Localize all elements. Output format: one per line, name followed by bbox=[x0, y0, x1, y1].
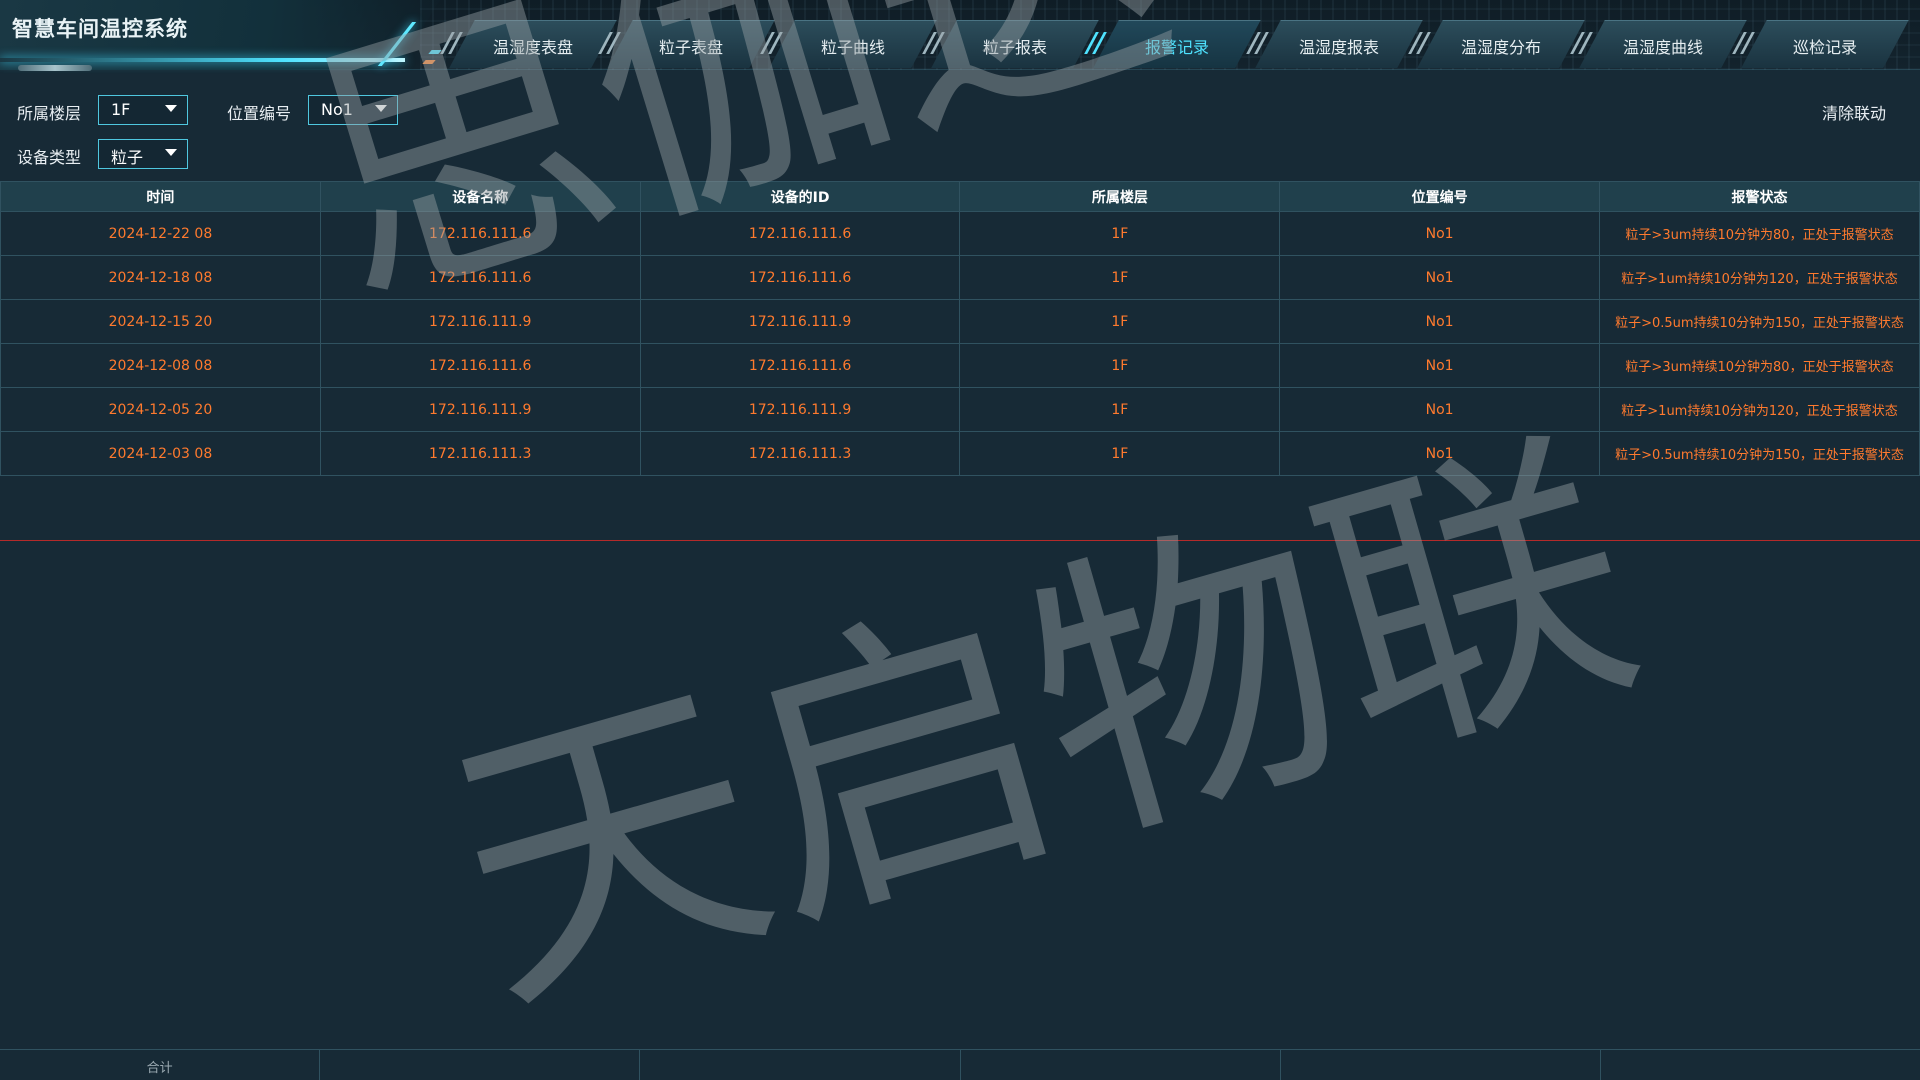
position-select-value: No1 bbox=[321, 100, 353, 119]
cell-position: No1 bbox=[1279, 343, 1600, 388]
cell-alarm-status: 粒子>0.5um持续10分钟为150，正处于报警状态 bbox=[1599, 431, 1920, 476]
cell-time: 2024-12-18 08 bbox=[0, 255, 321, 300]
caret-down-icon bbox=[165, 105, 177, 112]
clear-linkage-button[interactable]: 清除联动 bbox=[1822, 100, 1886, 124]
title-glow-line bbox=[0, 58, 405, 62]
table-header-row: 时间 设备名称 设备的ID 所属楼层 位置编号 报警状态 bbox=[0, 181, 1920, 212]
cell-device-id: 172.116.111.9 bbox=[639, 387, 961, 432]
cell-floor: 1F bbox=[959, 299, 1281, 344]
cell-floor: 1F bbox=[959, 431, 1281, 476]
device-type-select[interactable]: 粒子 bbox=[98, 139, 188, 169]
floor-label: 所属楼层 bbox=[17, 104, 82, 123]
footer-cell bbox=[640, 1050, 961, 1080]
floor-select-value: 1F bbox=[111, 100, 131, 119]
device-type-select-value: 粒子 bbox=[111, 148, 144, 167]
tab-label: 巡检记录 bbox=[1792, 38, 1857, 57]
table-row[interactable]: 2024-12-22 08 172.116.111.6 172.116.111.… bbox=[0, 211, 1920, 256]
column-header-alarm-status[interactable]: 报警状态 bbox=[1599, 181, 1920, 212]
tab-temp-humidity-report[interactable]: 温湿度报表 bbox=[1246, 16, 1423, 70]
cell-device-id: 172.116.111.6 bbox=[639, 211, 961, 256]
table-row[interactable]: 2024-12-18 08 172.116.111.6 172.116.111.… bbox=[0, 255, 1920, 300]
column-header-position[interactable]: 位置编号 bbox=[1279, 181, 1600, 212]
cell-device-name: 172.116.111.6 bbox=[319, 255, 641, 300]
tab-label: 粒子报表 bbox=[982, 38, 1047, 57]
tab-temp-humidity-distribution[interactable]: 温湿度分布 bbox=[1408, 16, 1585, 70]
tab-particle-report[interactable]: 粒子报表 bbox=[922, 16, 1099, 70]
divider-line bbox=[0, 540, 1920, 541]
cell-floor: 1F bbox=[959, 387, 1281, 432]
column-header-time[interactable]: 时间 bbox=[0, 181, 321, 212]
cell-time: 2024-12-05 20 bbox=[0, 387, 321, 432]
cell-floor: 1F bbox=[959, 255, 1281, 300]
cell-position: No1 bbox=[1279, 255, 1600, 300]
alarm-records-table: 时间 设备名称 设备的ID 所属楼层 位置编号 报警状态 2024-12-22 … bbox=[0, 181, 1920, 476]
caret-down-icon bbox=[375, 105, 387, 112]
cell-device-id: 172.116.111.6 bbox=[639, 255, 961, 300]
tab-particle-dashboard[interactable]: 粒子表盘 bbox=[598, 16, 775, 70]
footer-cell bbox=[1281, 1050, 1601, 1080]
cell-position: No1 bbox=[1279, 431, 1600, 476]
table-footer-row: 合计 bbox=[0, 1049, 1920, 1080]
tab-particle-curve[interactable]: 粒子曲线 bbox=[760, 16, 937, 70]
tab-inspection-records[interactable]: 巡检记录 bbox=[1732, 16, 1909, 70]
tab-label: 温湿度分布 bbox=[1460, 38, 1541, 57]
tab-alarm-records[interactable]: 报警记录 bbox=[1084, 16, 1261, 70]
cell-device-name: 172.116.111.3 bbox=[319, 431, 641, 476]
cell-device-id: 172.116.111.6 bbox=[639, 343, 961, 388]
tab-label: 温湿度曲线 bbox=[1622, 38, 1703, 57]
tab-temp-humidity-curve[interactable]: 温湿度曲线 bbox=[1570, 16, 1747, 70]
cell-time: 2024-12-08 08 bbox=[0, 343, 321, 388]
column-header-device-id[interactable]: 设备的ID bbox=[639, 181, 961, 212]
column-header-floor[interactable]: 所属楼层 bbox=[959, 181, 1281, 212]
cell-floor: 1F bbox=[959, 211, 1281, 256]
cell-device-name: 172.116.111.9 bbox=[319, 387, 641, 432]
tab-label: 报警记录 bbox=[1144, 38, 1209, 57]
footer-cell bbox=[320, 1050, 641, 1080]
cell-alarm-status: 粒子>3um持续10分钟为80，正处于报警状态 bbox=[1599, 211, 1920, 256]
title-pill-decoration bbox=[18, 65, 92, 71]
tab-label: 温湿度表盘 bbox=[492, 38, 573, 57]
cell-device-name: 172.116.111.9 bbox=[319, 299, 641, 344]
cell-device-name: 172.116.111.6 bbox=[319, 343, 641, 388]
cell-device-id: 172.116.111.3 bbox=[639, 431, 961, 476]
cell-time: 2024-12-03 08 bbox=[0, 431, 321, 476]
table-row[interactable]: 2024-12-05 20 172.116.111.9 172.116.111.… bbox=[0, 387, 1920, 432]
cell-device-id: 172.116.111.9 bbox=[639, 299, 961, 344]
footer-cell bbox=[961, 1050, 1281, 1080]
cell-alarm-status: 粒子>1um持续10分钟为120，正处于报警状态 bbox=[1599, 255, 1920, 300]
cell-floor: 1F bbox=[959, 343, 1281, 388]
footer-cell bbox=[1601, 1050, 1920, 1080]
table-row[interactable]: 2024-12-15 20 172.116.111.9 172.116.111.… bbox=[0, 299, 1920, 344]
cell-time: 2024-12-22 08 bbox=[0, 211, 321, 256]
column-header-device-name[interactable]: 设备名称 bbox=[319, 181, 641, 212]
tab-label: 粒子曲线 bbox=[820, 38, 885, 57]
table-row[interactable]: 2024-12-03 08 172.116.111.3 172.116.111.… bbox=[0, 431, 1920, 476]
cell-alarm-status: 粒子>3um持续10分钟为80，正处于报警状态 bbox=[1599, 343, 1920, 388]
cell-position: No1 bbox=[1279, 299, 1600, 344]
tab-temp-humidity-dashboard[interactable]: 温湿度表盘 bbox=[440, 16, 617, 70]
floor-select[interactable]: 1F bbox=[98, 95, 188, 125]
top-nav: 温湿度表盘 粒子表盘 粒子曲线 粒子报表 报警记录 温湿度报表 温湿度分布 温湿… bbox=[440, 16, 1912, 70]
tab-label: 粒子表盘 bbox=[658, 38, 723, 57]
device-type-label: 设备类型 bbox=[17, 148, 82, 167]
app-title: 智慧车间温控系统 bbox=[12, 17, 188, 41]
tab-label: 温湿度报表 bbox=[1298, 38, 1379, 57]
caret-down-icon bbox=[165, 149, 177, 156]
cell-position: No1 bbox=[1279, 211, 1600, 256]
position-label: 位置编号 bbox=[227, 104, 292, 123]
cell-device-name: 172.116.111.6 bbox=[319, 211, 641, 256]
app-header: 智慧车间温控系统 温湿度表盘 粒子表盘 粒子曲线 粒子报表 报警记录 温湿度报表… bbox=[0, 0, 1920, 71]
table-row[interactable]: 2024-12-08 08 172.116.111.6 172.116.111.… bbox=[0, 343, 1920, 388]
position-select[interactable]: No1 bbox=[308, 95, 398, 125]
cell-position: No1 bbox=[1279, 387, 1600, 432]
cell-alarm-status: 粒子>0.5um持续10分钟为150，正处于报警状态 bbox=[1599, 299, 1920, 344]
footer-total-label: 合计 bbox=[0, 1050, 321, 1080]
cell-alarm-status: 粒子>1um持续10分钟为120，正处于报警状态 bbox=[1599, 387, 1920, 432]
cell-time: 2024-12-15 20 bbox=[0, 299, 321, 344]
